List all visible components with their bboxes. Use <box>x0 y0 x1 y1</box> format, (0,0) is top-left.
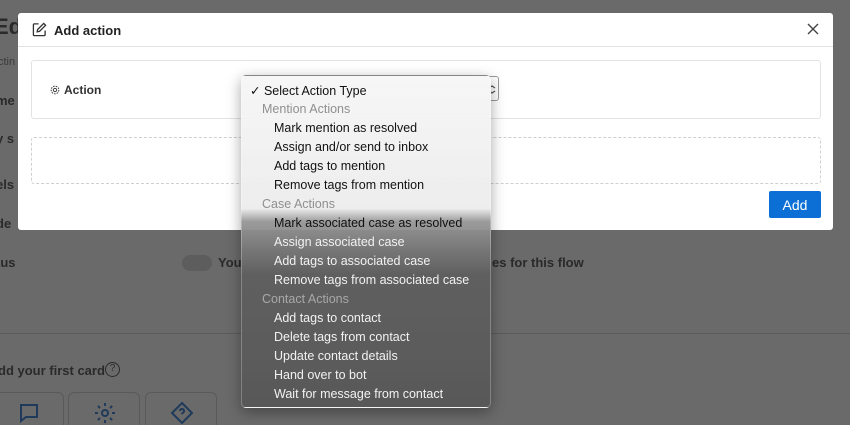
option-add-tags-case[interactable]: Add tags to associated case <box>242 254 490 273</box>
option-update-contact-details[interactable]: Update contact details <box>242 349 490 368</box>
gear-icon <box>50 85 60 95</box>
diamond-question-icon <box>170 401 194 425</box>
dropdown-selected-option[interactable]: ✓ Select Action Type <box>242 83 490 102</box>
option-assign-case[interactable]: Assign associated case <box>242 235 490 254</box>
option-mark-mention-resolved[interactable]: Mark mention as resolved <box>242 121 490 140</box>
close-icon[interactable] <box>806 22 820 36</box>
status-label: tus <box>0 255 16 270</box>
help-circle-icon[interactable]: ? <box>105 362 120 377</box>
page-subtitle: ctin <box>0 56 16 68</box>
first-card-heading: dd your first card <box>0 363 105 378</box>
edit-icon <box>32 22 47 37</box>
option-wait-message-contact[interactable]: Wait for message from contact <box>242 387 490 406</box>
action-label: Action <box>64 83 102 97</box>
card-option-message[interactable] <box>0 392 64 425</box>
gear-icon <box>95 403 115 423</box>
option-add-tags-mention[interactable]: Add tags to mention <box>242 159 490 178</box>
option-delete-tags-contact[interactable]: Delete tags from contact <box>242 330 490 349</box>
option-hand-over-bot[interactable]: Hand over to bot <box>242 368 490 387</box>
modal-header: Add action <box>18 13 833 47</box>
group-case-actions: Case Actions <box>262 197 335 211</box>
modal-title: Add action <box>54 23 122 38</box>
form-label-2: y s <box>0 131 15 146</box>
group-mention-actions: Mention Actions <box>262 102 351 116</box>
card-option-condition[interactable] <box>145 392 217 425</box>
group-contact-actions: Contact Actions <box>262 292 349 306</box>
add-button[interactable]: Add <box>769 191 821 218</box>
toggle-text: You <box>218 255 242 270</box>
option-assign-send-inbox[interactable]: Assign and/or send to inbox <box>242 140 490 159</box>
form-label-4: de <box>0 216 12 231</box>
option-mark-case-resolved[interactable]: Mark associated case as resolved <box>242 216 490 235</box>
option-remove-tags-mention[interactable]: Remove tags from mention <box>242 178 490 197</box>
option-remove-tags-case[interactable]: Remove tags from associated case <box>242 273 490 292</box>
status-toggle[interactable] <box>182 255 212 271</box>
toggle-text-continued: es for this flow <box>492 255 584 270</box>
chat-icon <box>20 404 38 424</box>
card-option-settings[interactable] <box>68 392 140 425</box>
form-label-labels: els <box>0 177 15 192</box>
option-add-tags-contact[interactable]: Add tags to contact <box>242 311 490 330</box>
form-label-name: me <box>0 93 15 108</box>
action-type-dropdown[interactable]: ✓ Select Action Type Mention Actions Mar… <box>241 75 491 408</box>
